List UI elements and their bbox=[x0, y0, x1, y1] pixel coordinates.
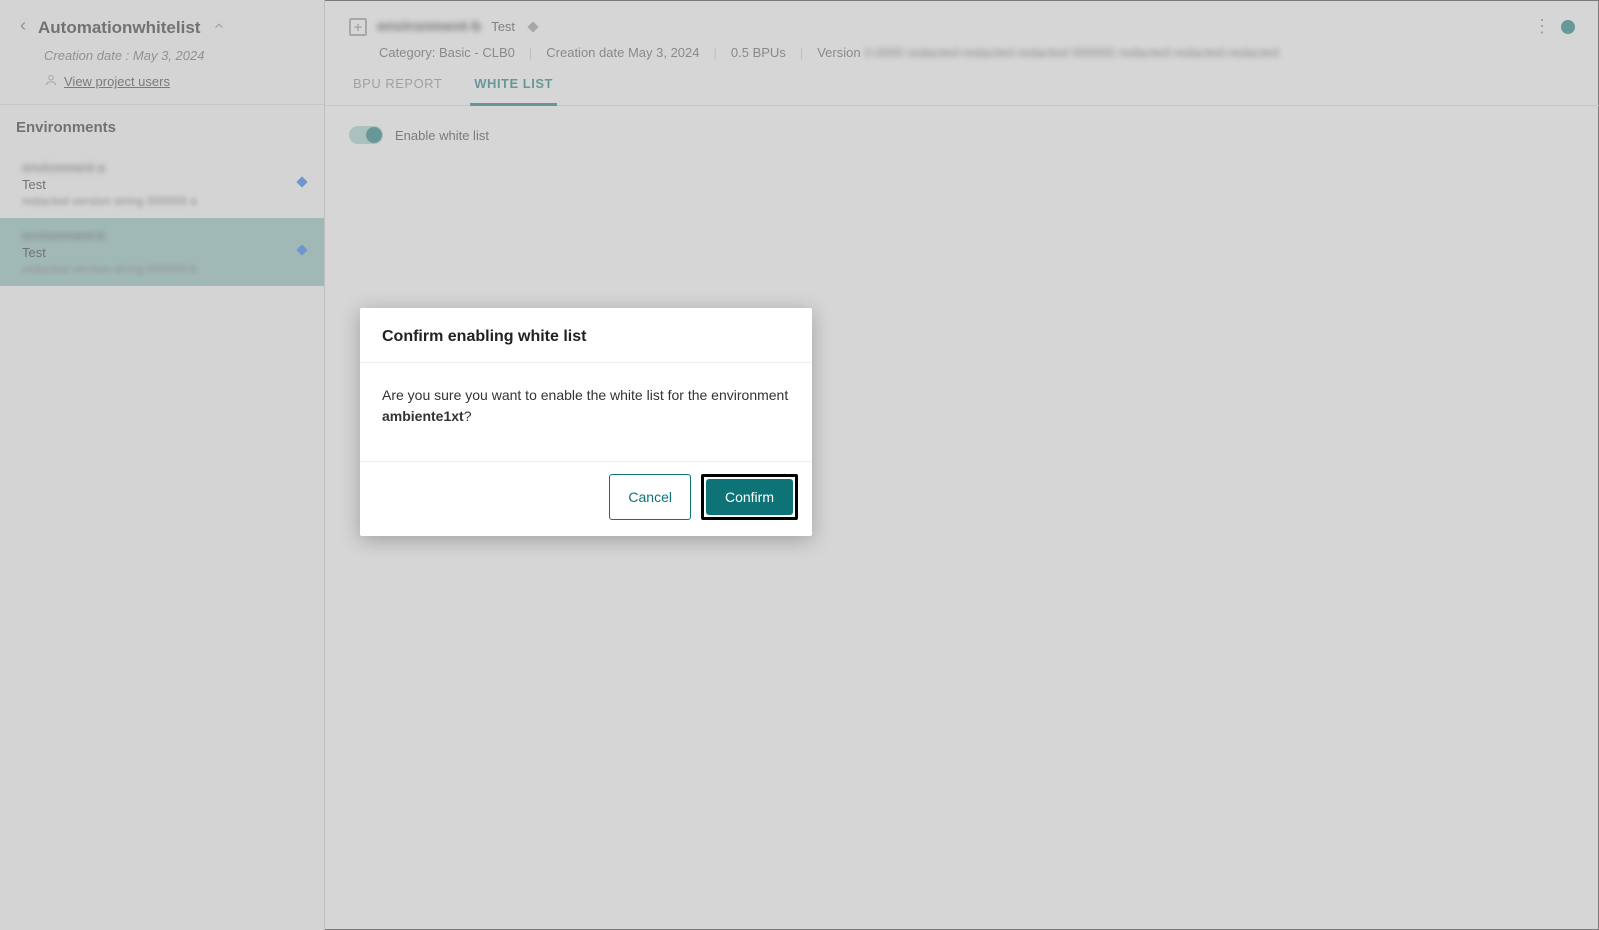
dialog-body: Are you sure you want to enable the whit… bbox=[360, 363, 812, 461]
dialog-title: Confirm enabling white list bbox=[360, 308, 812, 363]
confirm-highlight: Confirm bbox=[701, 474, 798, 520]
confirm-button[interactable]: Confirm bbox=[706, 479, 793, 515]
cancel-button[interactable]: Cancel bbox=[609, 474, 691, 520]
confirm-dialog: Confirm enabling white list Are you sure… bbox=[360, 308, 812, 536]
